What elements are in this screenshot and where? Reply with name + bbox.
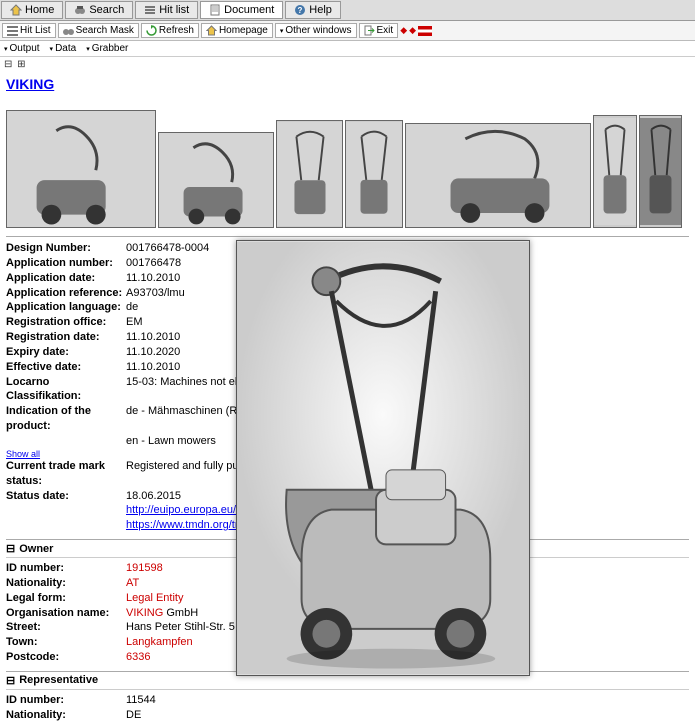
field-label: Expiry date: — [6, 345, 126, 360]
image-preview[interactable] — [236, 240, 530, 676]
field-label: Nationality: — [6, 576, 126, 591]
field-label: Application number: — [6, 256, 126, 271]
search-mask-button[interactable]: Search Mask — [58, 23, 139, 38]
representative-heading: Representative — [19, 674, 98, 686]
field-label: Street: — [6, 620, 126, 635]
binoculars-icon — [63, 25, 74, 36]
tab-search-label: Search — [89, 4, 124, 16]
chevron-down-icon: ▾ — [4, 45, 8, 53]
field-label: ID number: — [6, 561, 126, 576]
thumbnail[interactable] — [158, 132, 274, 228]
field-label: Registration office: — [6, 315, 126, 330]
field-label: Application date: — [6, 271, 126, 286]
field-label: Application reference: — [6, 286, 126, 301]
thumbnail[interactable] — [345, 120, 403, 228]
field-label: ID number: — [6, 693, 126, 708]
thumbnail[interactable] — [276, 120, 343, 228]
document-content: VIKING Design Number:001766478-0004Appli… — [0, 72, 695, 727]
exit-button[interactable]: Exit — [359, 23, 399, 38]
field-label: Legal form: — [6, 591, 126, 606]
marker-icon: ◆ — [400, 25, 407, 36]
representative-row: Nationality:DE — [6, 708, 689, 723]
record-title[interactable]: VIKING — [6, 76, 54, 92]
toolbar: Hit List Search Mask Refresh Homepage ▾ … — [0, 21, 695, 41]
tab-document[interactable]: Document — [200, 1, 283, 19]
tab-hitlist-label: Hit list — [159, 4, 189, 16]
expand-icon[interactable]: ⊞ — [17, 59, 25, 70]
representative-row: ID number:11544 — [6, 693, 689, 708]
thumbnail[interactable] — [6, 110, 156, 228]
homepage-button[interactable]: Homepage — [201, 23, 273, 38]
marker-icon: ◆ — [409, 25, 416, 36]
data-menu[interactable]: ▾Data — [50, 43, 77, 54]
field-label: Registration date: — [6, 330, 126, 345]
flag-icon — [418, 26, 432, 36]
field-label: Organisation name: — [6, 606, 126, 621]
thumbnail[interactable] — [639, 115, 682, 228]
output-menu[interactable]: ▾Output — [4, 43, 40, 54]
binoculars-icon — [74, 4, 86, 16]
tab-hitlist[interactable]: Hit list — [135, 1, 198, 19]
collapse-icon[interactable]: ⊟ — [4, 59, 12, 70]
field-label — [6, 434, 126, 449]
exit-icon — [364, 25, 375, 36]
tab-strip: Home Search Hit list Document ? Help — [0, 0, 695, 21]
owner-heading: Owner — [19, 543, 53, 555]
chevron-down-icon: ▾ — [86, 45, 90, 53]
tab-help-label: Help — [309, 4, 332, 16]
thumbnail-strip — [6, 110, 689, 228]
list-icon — [7, 25, 18, 36]
tab-search[interactable]: Search — [65, 1, 133, 19]
tab-document-label: Document — [224, 4, 274, 16]
thumbnail[interactable] — [405, 123, 591, 228]
field-label: Current trade mark status: — [6, 459, 126, 489]
field-label: Postcode: — [6, 650, 126, 665]
thumbnail[interactable] — [593, 115, 637, 228]
field-value: DE — [126, 708, 689, 723]
collapse-icon[interactable]: ⊟ — [6, 674, 15, 687]
tab-home[interactable]: Home — [1, 1, 63, 19]
help-icon: ? — [294, 4, 306, 16]
field-label: Indication of the product: — [6, 404, 126, 434]
chevron-down-icon: ▾ — [280, 27, 284, 35]
field-label: Status date: — [6, 489, 126, 504]
refresh-button[interactable]: Refresh — [141, 23, 199, 38]
field-label: Application language: — [6, 300, 126, 315]
external-link[interactable]: http://euipo.europa.eu/eS — [126, 504, 250, 516]
field-label: Town: — [6, 635, 126, 650]
refresh-icon — [146, 25, 157, 36]
representative-section: ⊟ Representative ID number:11544Nationali… — [6, 671, 689, 723]
external-link[interactable]: https://www.tmdn.org/tm — [126, 519, 244, 531]
field-label: Design Number: — [6, 241, 126, 256]
field-label: Nationality: — [6, 708, 126, 723]
tab-home-label: Home — [25, 4, 54, 16]
home-icon — [10, 4, 22, 16]
field-label: Locarno Classifikation: — [6, 375, 126, 405]
chevron-down-icon: ▾ — [50, 45, 54, 53]
disclosure-row: ⊟ ⊞ — [0, 57, 695, 72]
field-value: 11544 — [126, 693, 689, 708]
document-icon — [209, 4, 221, 16]
other-windows-button[interactable]: ▾ Other windows — [275, 23, 357, 38]
collapse-icon[interactable]: ⊟ — [6, 542, 15, 555]
sub-toolbar: ▾Output ▾Data ▾Grabber — [0, 41, 695, 57]
tab-help[interactable]: ? Help — [285, 1, 341, 19]
home-icon — [206, 25, 217, 36]
list-icon — [144, 4, 156, 16]
hitlist-button[interactable]: Hit List — [2, 23, 56, 38]
svg-text:?: ? — [298, 6, 303, 15]
grabber-menu[interactable]: ▾Grabber — [86, 43, 128, 54]
field-label: Effective date: — [6, 360, 126, 375]
